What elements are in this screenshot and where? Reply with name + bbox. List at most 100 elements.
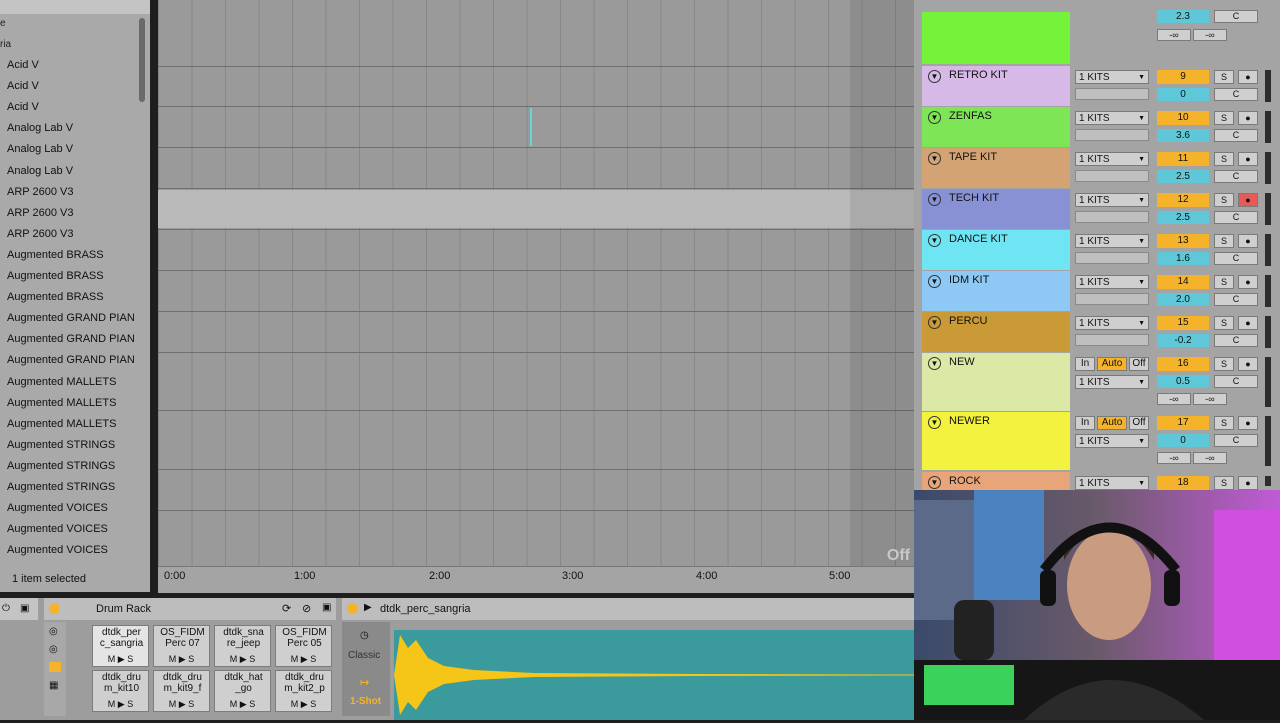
arm-icon[interactable]: ●: [1238, 275, 1258, 289]
arm-icon[interactable]: ●: [1238, 111, 1258, 125]
fold-icon[interactable]: ▼: [928, 111, 941, 124]
mixer-track[interactable]: ▼ TAPE KIT 1 KITS 11 S ● 2.5 C: [922, 148, 1272, 188]
monitor-off[interactable]: Off: [1129, 416, 1149, 430]
device-on-icon[interactable]: [347, 603, 358, 614]
browser-item[interactable]: Augmented GRAND PIAN: [7, 354, 137, 366]
monitor-off[interactable]: Off: [1129, 357, 1149, 371]
solo-button[interactable]: S: [1214, 316, 1234, 330]
pan-knob[interactable]: C: [1214, 252, 1258, 265]
track-activator[interactable]: 11: [1157, 152, 1209, 166]
browser-item[interactable]: ARP 2600 V3: [7, 186, 137, 198]
volume-value[interactable]: 2.3: [1157, 10, 1209, 23]
input-slot[interactable]: [1075, 170, 1149, 182]
browser-item[interactable]: Analog Lab V: [7, 165, 137, 177]
mute-button[interactable]: M: [169, 699, 177, 709]
input-slot[interactable]: [1075, 252, 1149, 264]
pan-knob[interactable]: C: [1214, 211, 1258, 224]
save-icon[interactable]: ▣: [20, 603, 29, 614]
arm-icon[interactable]: ●: [1238, 152, 1258, 166]
arm-icon[interactable]: ●: [1238, 357, 1258, 371]
volume-value[interactable]: 3.6: [1157, 129, 1209, 142]
fold-icon[interactable]: ▼: [928, 152, 941, 165]
mute-button[interactable]: M: [291, 654, 299, 664]
track-header[interactable]: [922, 312, 1070, 352]
browser-item[interactable]: Analog Lab V: [7, 122, 137, 134]
monitor-auto[interactable]: Auto: [1097, 416, 1127, 430]
solo-button[interactable]: S: [310, 699, 316, 709]
solo-button[interactable]: S: [1214, 416, 1234, 430]
classic-icon[interactable]: ◷: [360, 630, 369, 641]
track-activator[interactable]: 12: [1157, 193, 1209, 207]
solo-button[interactable]: S: [1214, 357, 1234, 371]
drum-pad[interactable]: dtdk_dru m_kit10 M ▶ S: [92, 670, 149, 712]
mute-button[interactable]: M: [108, 654, 116, 664]
volume-value[interactable]: 0.5: [1157, 375, 1209, 388]
monitor-in[interactable]: In: [1075, 416, 1095, 430]
arm-icon[interactable]: ●: [1238, 234, 1258, 248]
drum-pad[interactable]: OS_FIDM Perc 07 M ▶ S: [153, 625, 210, 667]
input-slot[interactable]: [1075, 88, 1149, 100]
track-header[interactable]: [922, 412, 1070, 470]
fold-icon[interactable]: ▼: [928, 316, 941, 329]
browser-item[interactable]: Augmented GRAND PIAN: [7, 312, 137, 324]
track-header[interactable]: [922, 472, 1070, 490]
track-activator[interactable]: 10: [1157, 111, 1209, 125]
time-ruler[interactable]: 0:00 1:00 2:00 3:00 4:00 5:00: [158, 566, 914, 593]
browser-item[interactable]: Augmented BRASS: [7, 249, 137, 261]
browser-item[interactable]: Acid V: [7, 101, 137, 113]
arm-icon[interactable]: ●: [1238, 193, 1258, 207]
pan-knob[interactable]: C: [1214, 375, 1258, 388]
input-slot[interactable]: [1075, 334, 1149, 346]
solo-button[interactable]: S: [310, 654, 316, 664]
monitor-auto[interactable]: Auto: [1097, 357, 1127, 371]
kits-dropdown[interactable]: 1 KITS: [1075, 152, 1149, 167]
kits-dropdown[interactable]: 1 KITS: [1075, 111, 1149, 126]
track-activator[interactable]: 15: [1157, 316, 1209, 330]
mixer-track[interactable]: ▼ PERCU 1 KITS 15 S ● -0.2 C: [922, 312, 1272, 352]
browser-item[interactable]: ARP 2600 V3: [7, 228, 137, 240]
mute-button[interactable]: M: [291, 699, 299, 709]
solo-button[interactable]: S: [1214, 70, 1234, 84]
hot-swap-icon[interactable]: ⟳: [282, 602, 291, 615]
solo-button[interactable]: S: [1214, 193, 1234, 207]
mute-button[interactable]: M: [230, 654, 238, 664]
solo-button[interactable]: S: [1214, 111, 1234, 125]
pan-knob[interactable]: C: [1214, 434, 1258, 447]
browser-item[interactable]: Analog Lab V: [7, 143, 137, 155]
view-icon[interactable]: ⊘: [302, 602, 311, 615]
track-activator[interactable]: 17: [1157, 416, 1209, 430]
solo-button[interactable]: S: [127, 699, 133, 709]
device-on-icon[interactable]: [49, 603, 60, 614]
selected-track-lane[interactable]: [158, 190, 914, 228]
solo-button[interactable]: S: [1214, 275, 1234, 289]
volume-value[interactable]: 2.5: [1157, 170, 1209, 183]
kits-dropdown[interactable]: 1 KITS: [1075, 193, 1149, 208]
arm-icon[interactable]: ●: [1238, 70, 1258, 84]
pad-controls[interactable]: M ▶ S: [276, 654, 331, 665]
fold-icon[interactable]: ▼: [928, 357, 941, 370]
track-activator[interactable]: 14: [1157, 275, 1209, 289]
browser-item[interactable]: Augmented MALLETS: [7, 376, 137, 388]
pan-knob[interactable]: C: [1214, 129, 1258, 142]
pan-knob[interactable]: C: [1214, 170, 1258, 183]
volume-value[interactable]: 0: [1157, 434, 1209, 447]
pad-overview-icon[interactable]: [49, 662, 61, 672]
fold-icon[interactable]: ▼: [928, 70, 941, 83]
pan-knob[interactable]: C: [1214, 293, 1258, 306]
volume-value[interactable]: 1.6: [1157, 252, 1209, 265]
fold-icon[interactable]: ▼: [928, 416, 941, 429]
track-activator[interactable]: 9: [1157, 70, 1209, 84]
kits-dropdown[interactable]: 1 KITS: [1075, 70, 1149, 85]
track-header[interactable]: [922, 107, 1070, 147]
volume-value[interactable]: 2.5: [1157, 211, 1209, 224]
browser-item[interactable]: Acid V: [7, 80, 137, 92]
drum-pad[interactable]: dtdk_per c_sangria M ▶ S: [92, 625, 149, 667]
kits-dropdown[interactable]: 1 KITS: [1075, 234, 1149, 249]
mode-classic[interactable]: Classic: [348, 650, 380, 661]
mixer-track[interactable]: ▼ ROCK 1 KITS 18 S ●: [922, 472, 1272, 491]
browser-item[interactable]: Augmented BRASS: [7, 291, 137, 303]
power-icon[interactable]: ⏻: [2, 603, 10, 614]
solo-button[interactable]: S: [1214, 234, 1234, 248]
browser-item[interactable]: Augmented VOICES: [7, 523, 137, 535]
fold-icon[interactable]: ▼: [928, 275, 941, 288]
